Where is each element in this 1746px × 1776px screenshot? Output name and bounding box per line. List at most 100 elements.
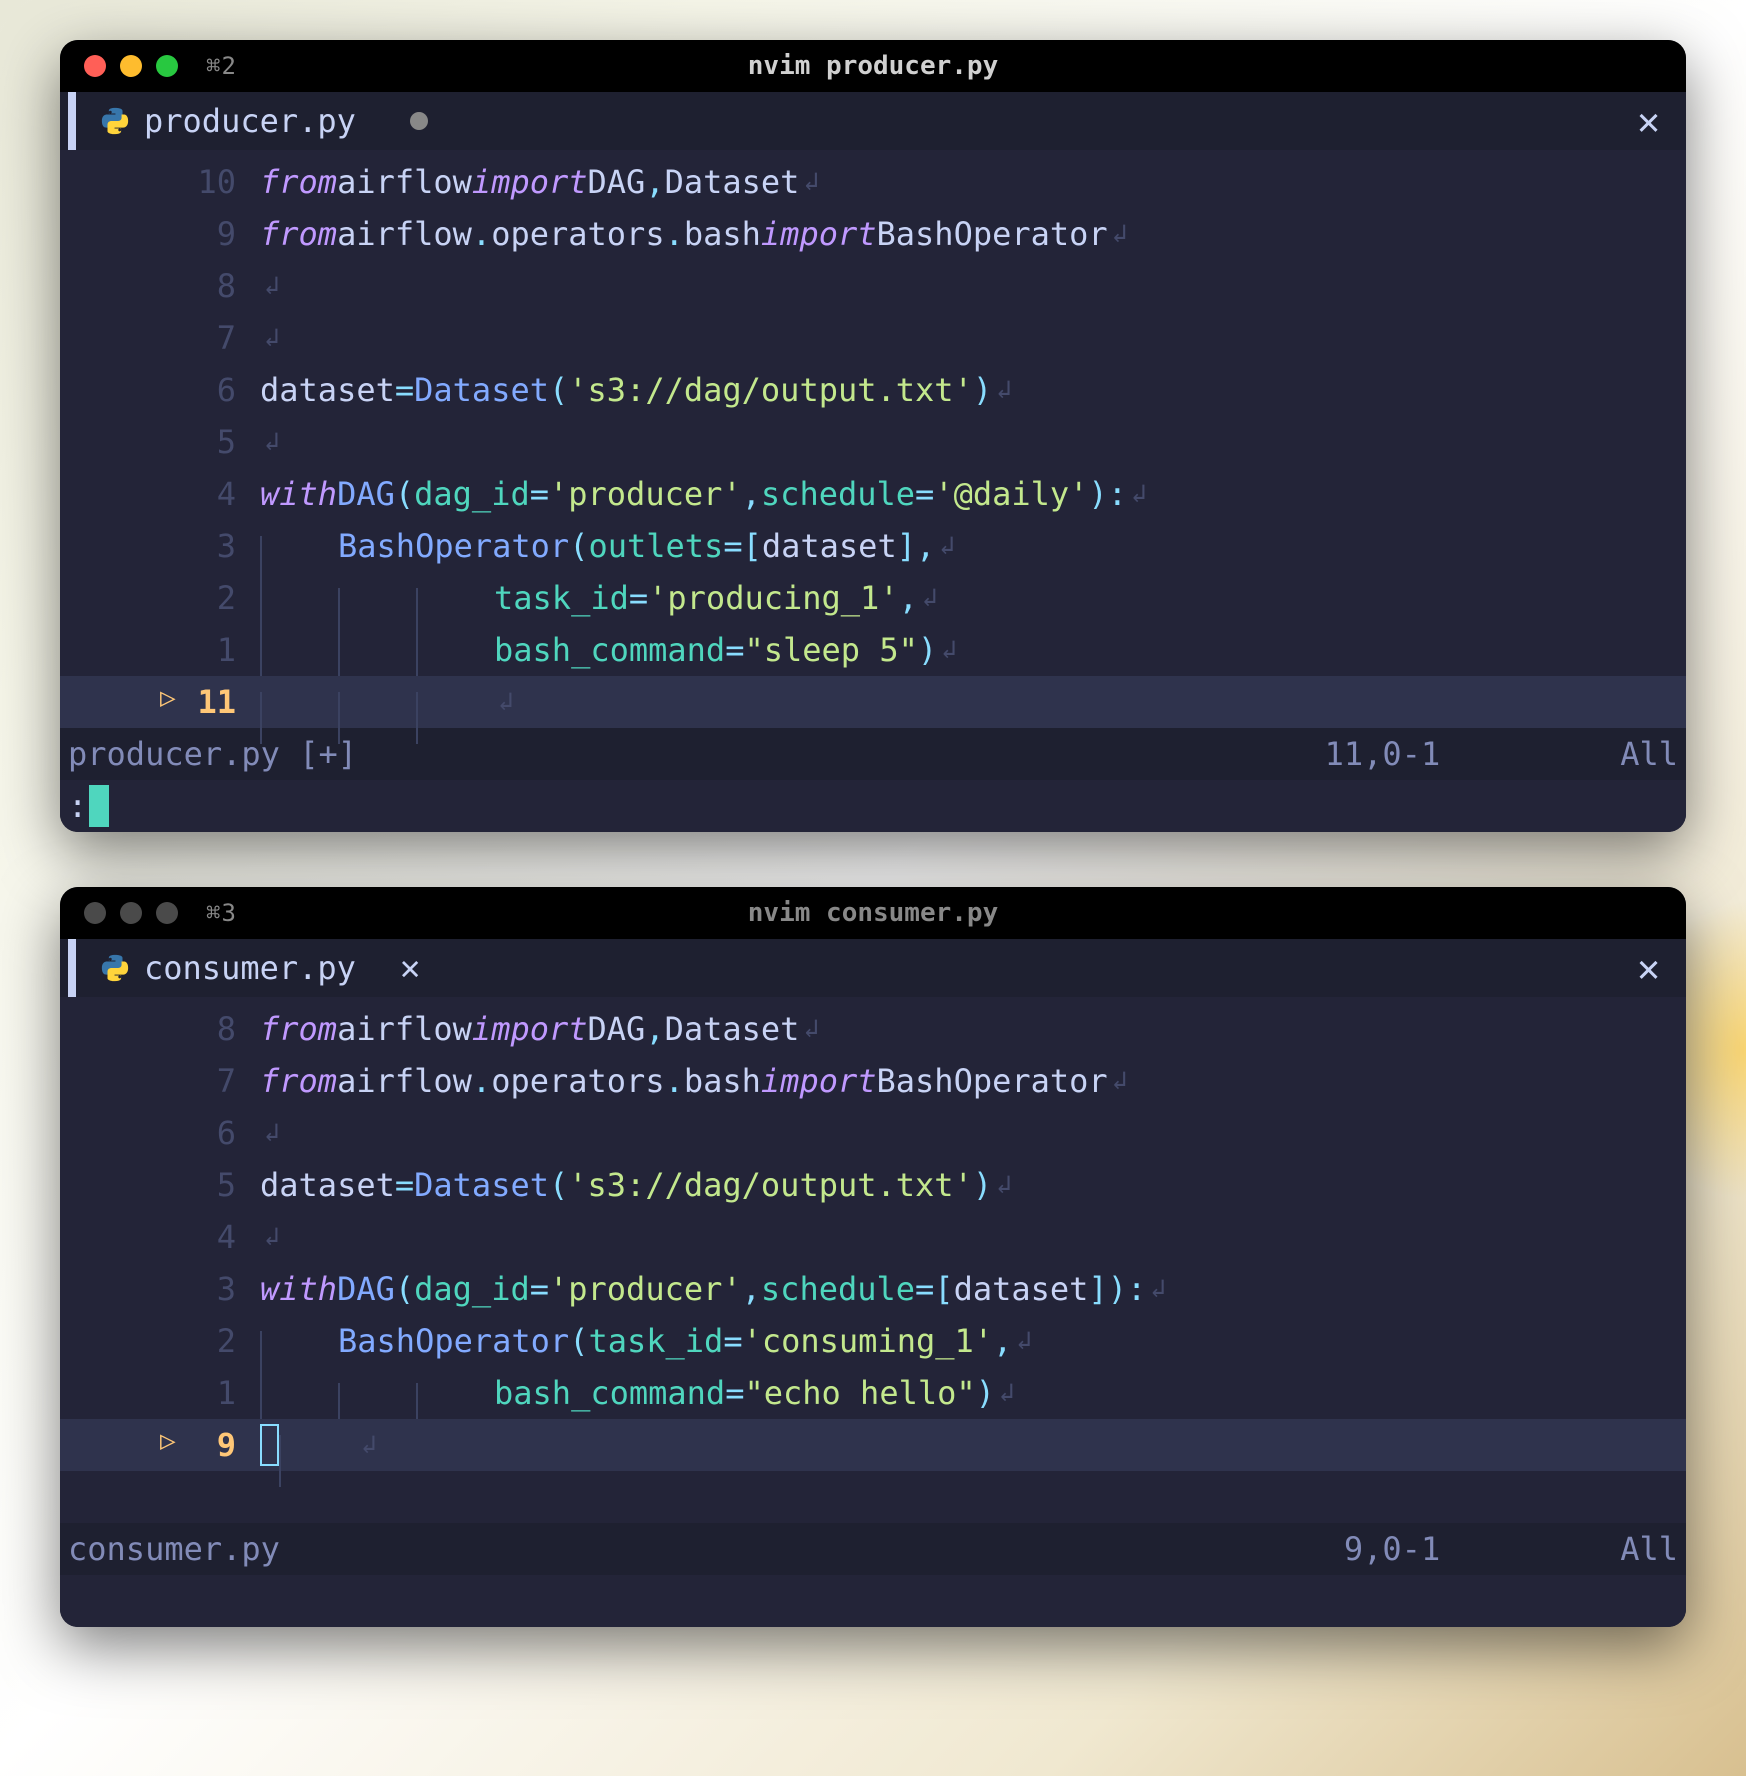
command-line[interactable]: :	[60, 780, 1686, 832]
titlebar[interactable]: ⌘3 nvim consumer.py	[60, 887, 1686, 939]
code-content[interactable]: from airflow import DAG, Dataset↲	[260, 1010, 819, 1048]
code-line[interactable]: 2 BashOperator(task_id='consuming_1',↲	[60, 1315, 1686, 1367]
cmdline-cursor	[89, 785, 109, 827]
maximize-window-button[interactable]	[156, 55, 178, 77]
status-bar: producer.py [+] 11,0-1 All	[60, 728, 1686, 780]
terminal-window: ⌘2 nvim producer.py producer.py ✕ 10 fro…	[60, 40, 1686, 832]
line-number: 5	[60, 1166, 260, 1204]
code-line[interactable]: 5 dataset = Dataset('s3://dag/output.txt…	[60, 1159, 1686, 1211]
code-content[interactable]: with DAG(dag_id='producer', schedule=[da…	[260, 1270, 1166, 1308]
code-content[interactable]: ↲	[260, 1222, 280, 1252]
code-body[interactable]: 8 from airflow import DAG, Dataset↲ 7 fr…	[60, 997, 1686, 1471]
code-content[interactable]: ↲	[260, 323, 280, 353]
code-line[interactable]: ▷9 ↲	[60, 1419, 1686, 1471]
code-line[interactable]: 8 ↲	[60, 260, 1686, 312]
editor-area[interactable]: producer.py ✕ 10 from airflow import DAG…	[60, 92, 1686, 832]
eol-marker-icon: ↲	[1012, 1326, 1032, 1356]
active-tab-indicator	[68, 92, 76, 150]
code-line[interactable]: 3 with DAG(dag_id='producer', schedule=[…	[60, 1263, 1686, 1315]
close-all-icon[interactable]: ✕	[1637, 99, 1660, 143]
close-tab-icon[interactable]: ✕	[400, 948, 420, 988]
line-number: 9	[60, 215, 260, 253]
window-title: nvim consumer.py	[748, 898, 998, 928]
tab-shortcut-label: ⌘2	[206, 52, 237, 80]
code-content[interactable]: from airflow.operators.bash import BashO…	[260, 215, 1127, 253]
code-content[interactable]: from airflow.operators.bash import BashO…	[260, 1062, 1127, 1100]
eol-marker-icon: ↲	[1127, 479, 1147, 509]
close-window-button[interactable]	[84, 902, 106, 924]
maximize-window-button[interactable]	[156, 902, 178, 924]
line-number: 6	[60, 371, 260, 409]
code-line[interactable]: 7 from airflow.operators.bash import Bas…	[60, 1055, 1686, 1107]
eol-marker-icon: ↲	[995, 1378, 1015, 1408]
code-content[interactable]: ↲	[260, 1424, 377, 1466]
eol-marker-icon: ↲	[918, 583, 938, 613]
line-number: 8	[60, 1010, 260, 1048]
line-number: 4	[60, 475, 260, 513]
close-all-icon[interactable]: ✕	[1637, 946, 1660, 990]
minimize-window-button[interactable]	[120, 55, 142, 77]
eol-marker-icon: ↲	[1108, 1066, 1128, 1096]
status-scroll: All	[1620, 1530, 1678, 1568]
code-content[interactable]: ↲	[260, 427, 280, 457]
close-window-button[interactable]	[84, 55, 106, 77]
code-content[interactable]: from airflow import DAG, Dataset↲	[260, 163, 819, 201]
code-line[interactable]: 8 from airflow import DAG, Dataset↲	[60, 1003, 1686, 1055]
code-line[interactable]: 4 ↲	[60, 1211, 1686, 1263]
buffer-tabbar: consumer.py ✕ ✕	[60, 939, 1686, 997]
tab-filename: producer.py	[144, 102, 356, 140]
eol-marker-icon: ↲	[992, 1170, 1012, 1200]
code-content[interactable]: bash_command="echo hello")↲	[260, 1374, 1015, 1412]
minimize-window-button[interactable]	[120, 902, 142, 924]
code-line[interactable]: 2 task_id='producing_1',↲	[60, 572, 1686, 624]
line-number: 1	[60, 1374, 260, 1412]
code-line[interactable]: 1 bash_command="sleep 5")↲	[60, 624, 1686, 676]
code-content[interactable]: bash_command="sleep 5")↲	[260, 631, 957, 669]
code-content[interactable]: ↲	[260, 271, 280, 301]
code-content[interactable]: dataset = Dataset('s3://dag/output.txt')…	[260, 1166, 1012, 1204]
code-content[interactable]: BashOperator(outlets=[dataset],↲	[260, 527, 955, 565]
titlebar[interactable]: ⌘2 nvim producer.py	[60, 40, 1686, 92]
eol-marker-icon: ↲	[1146, 1274, 1166, 1304]
editor-area[interactable]: consumer.py ✕ ✕ 8 from airflow import DA…	[60, 939, 1686, 1627]
buffer-tab[interactable]: producer.py	[76, 92, 452, 150]
line-number: 6	[60, 1114, 260, 1152]
status-filename: producer.py [+]	[68, 735, 357, 773]
code-content[interactable]: ↲	[260, 687, 514, 717]
code-line[interactable]: 9 from airflow.operators.bash import Bas…	[60, 208, 1686, 260]
eol-marker-icon: ↲	[992, 375, 1012, 405]
code-line[interactable]: 6 dataset = Dataset('s3://dag/output.txt…	[60, 364, 1686, 416]
code-body[interactable]: 10 from airflow import DAG, Dataset↲ 9 f…	[60, 150, 1686, 728]
code-line[interactable]: 5 ↲	[60, 416, 1686, 468]
traffic-lights	[84, 902, 178, 924]
code-line[interactable]: 3 BashOperator(outlets=[dataset],↲	[60, 520, 1686, 572]
code-content[interactable]: with DAG(dag_id='producer', schedule='@d…	[260, 475, 1147, 513]
status-position: 9,0-1	[1344, 1530, 1440, 1568]
eol-marker-icon: ↲	[260, 323, 280, 353]
line-number: 3	[60, 1270, 260, 1308]
code-line[interactable]: 7 ↲	[60, 312, 1686, 364]
eol-marker-icon: ↲	[357, 1430, 377, 1460]
eol-marker-icon: ↲	[260, 1222, 280, 1252]
line-number: 2	[60, 579, 260, 617]
code-content[interactable]: dataset = Dataset('s3://dag/output.txt')…	[260, 371, 1012, 409]
code-line[interactable]: 10 from airflow import DAG, Dataset↲	[60, 156, 1686, 208]
line-number: ▷9	[60, 1426, 260, 1464]
line-number: ▷11	[60, 683, 260, 721]
modified-indicator-icon	[410, 112, 428, 130]
eol-marker-icon: ↲	[260, 1118, 280, 1148]
code-content[interactable]: ↲	[260, 1118, 280, 1148]
code-content[interactable]: task_id='producing_1',↲	[260, 579, 938, 617]
python-icon	[100, 106, 130, 136]
code-line[interactable]: 4 with DAG(dag_id='producer', schedule='…	[60, 468, 1686, 520]
editor-blank	[60, 1575, 1686, 1627]
line-number: 8	[60, 267, 260, 305]
buffer-tabbar: producer.py ✕	[60, 92, 1686, 150]
code-line[interactable]: 6 ↲	[60, 1107, 1686, 1159]
buffer-tab[interactable]: consumer.py ✕	[76, 939, 444, 997]
code-content[interactable]: BashOperator(task_id='consuming_1',↲	[260, 1322, 1032, 1360]
traffic-lights	[84, 55, 178, 77]
window-title: nvim producer.py	[748, 51, 998, 81]
code-line[interactable]: 1 bash_command="echo hello")↲	[60, 1367, 1686, 1419]
code-line[interactable]: ▷11 ↲	[60, 676, 1686, 728]
